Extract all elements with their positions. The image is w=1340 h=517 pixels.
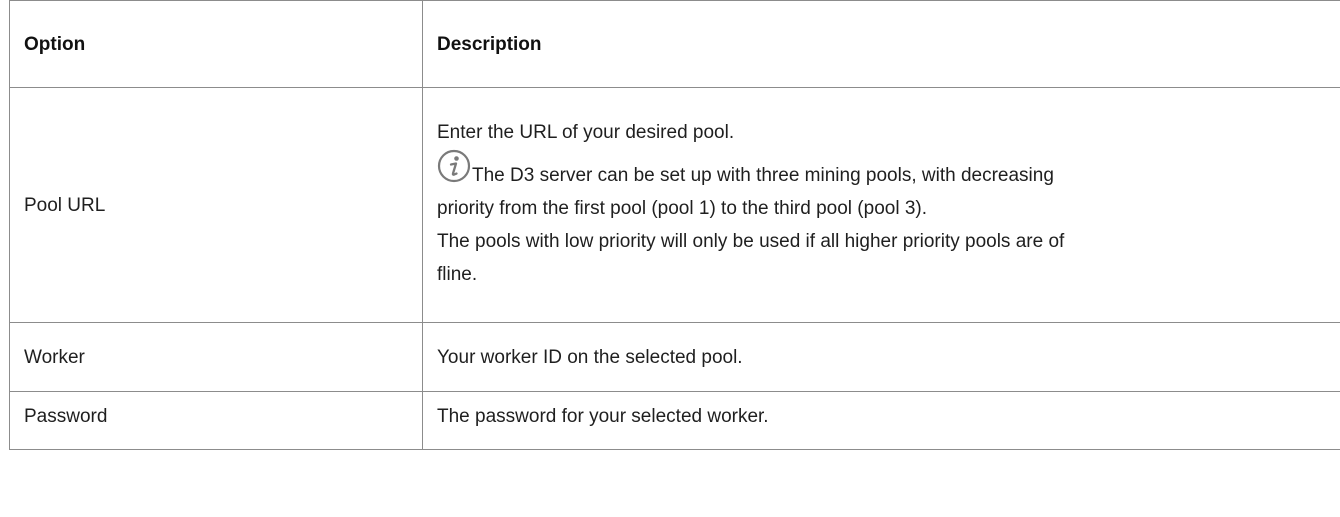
page: Option Description Pool URL Enter the UR… (0, 0, 1340, 517)
option-cell-password: Password (9, 391, 423, 450)
description-cell-pool-url: Enter the URL of your desired pool. The … (422, 87, 1340, 323)
column-header-description: Description (422, 0, 1340, 88)
info-icon (437, 149, 471, 182)
description-line-1: Enter the URL of your desired pool. (437, 121, 735, 143)
description-block: Enter the URL of your desired pool. The … (437, 112, 1326, 299)
info-note-text-c: The pools with low priority will only be… (437, 230, 1065, 252)
table-header-row: Option Description (9, 0, 1340, 88)
info-note-text-d: fline. (437, 263, 478, 285)
table-row: Pool URL Enter the URL of your desired p… (9, 87, 1340, 323)
option-cell-pool-url: Pool URL (9, 87, 423, 323)
option-cell-worker: Worker (9, 322, 423, 392)
info-note-text-a: The D3 server can be set up with three m… (472, 164, 1054, 186)
column-header-option: Option (9, 0, 423, 88)
info-note-line: The D3 server can be set up with three m… (437, 149, 1326, 192)
table-row: Worker Your worker ID on the selected po… (9, 322, 1340, 392)
description-cell-password: The password for your selected worker. (422, 391, 1340, 450)
options-table: Option Description Pool URL Enter the UR… (9, 0, 1340, 450)
description-cell-worker: Your worker ID on the selected pool. (422, 322, 1340, 392)
info-note-text-b: priority from the first pool (pool 1) to… (437, 197, 928, 219)
table-row: Password The password for your selected … (9, 391, 1340, 450)
